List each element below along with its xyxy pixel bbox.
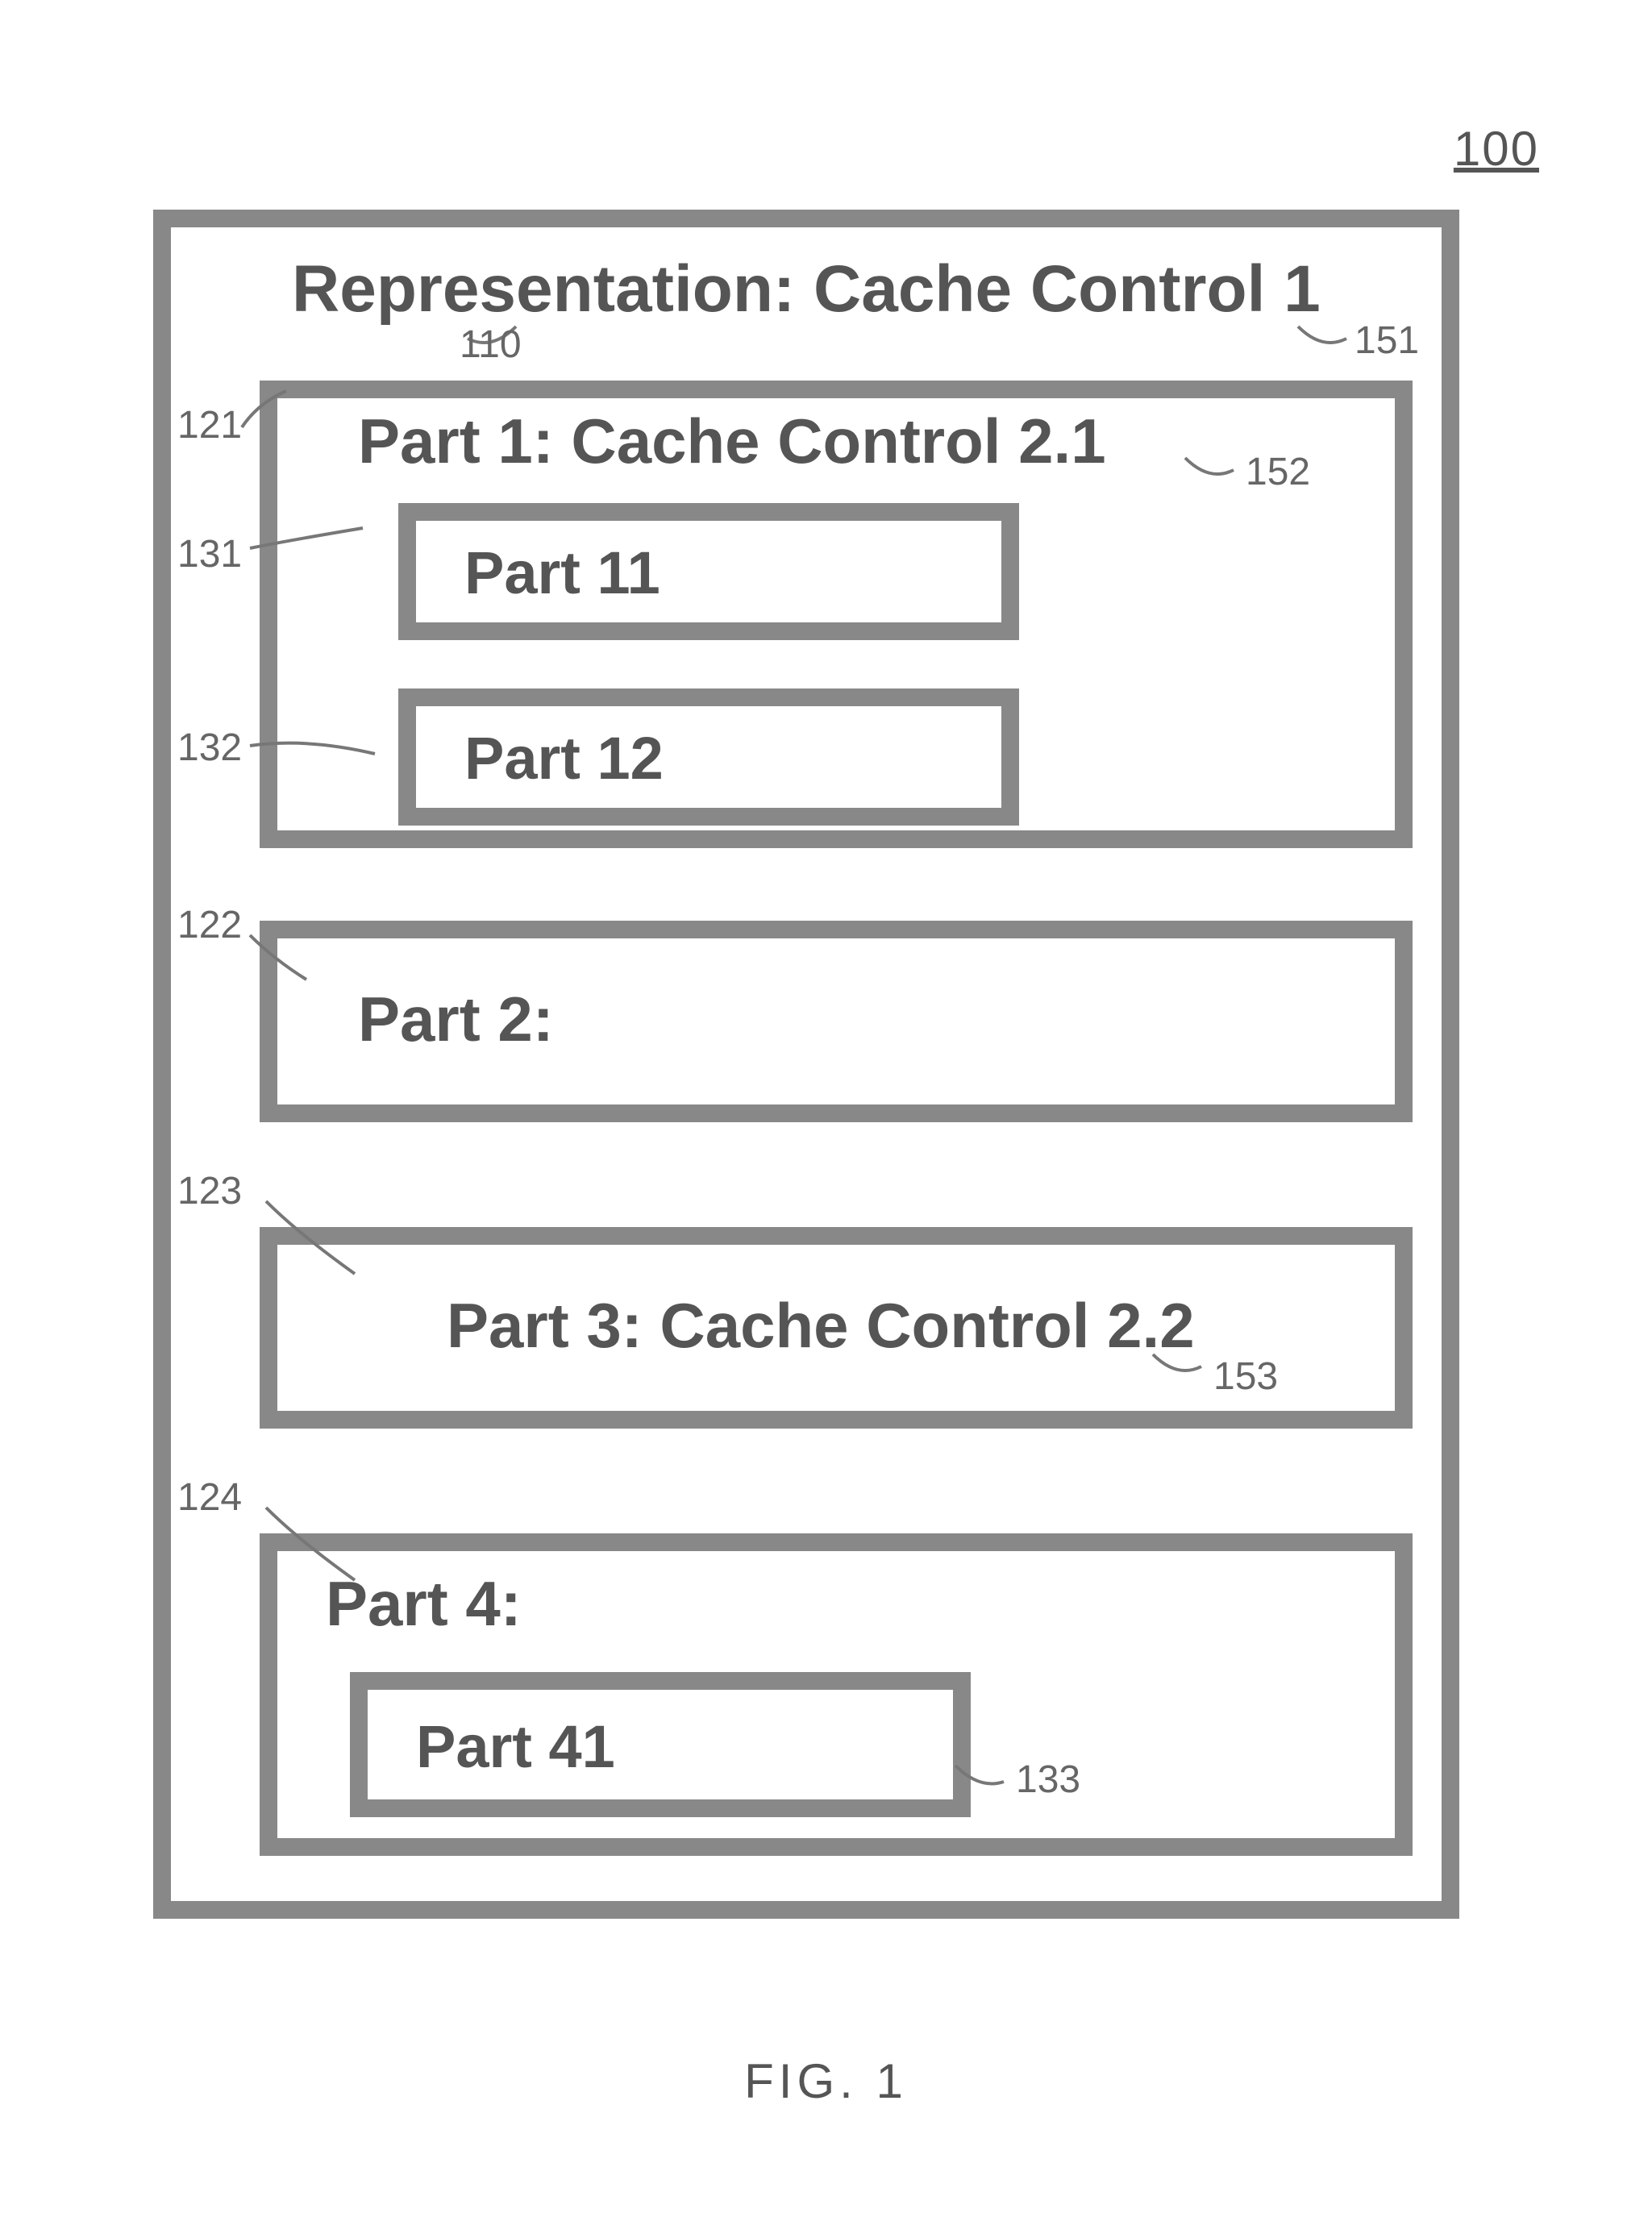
part12-label: Part 12 xyxy=(464,724,664,792)
part41-box: Part 41 xyxy=(350,1672,971,1817)
ref-121: 121 xyxy=(177,403,242,447)
ref-153: 153 xyxy=(1213,1354,1278,1399)
part11-box: Part 11 xyxy=(398,503,1019,640)
part12-box: Part 12 xyxy=(398,688,1019,826)
ref-124: 124 xyxy=(177,1475,242,1520)
figure-page: 100 Representation: Cache Control 1 Part… xyxy=(0,0,1652,2238)
part1-box: Part 1: Cache Control 2.1 Part 11 Part 1… xyxy=(260,381,1413,848)
part11-label: Part 11 xyxy=(464,539,660,607)
figure-number: 100 xyxy=(1454,121,1539,177)
ref-122: 122 xyxy=(177,903,242,947)
part2-label: Part 2: xyxy=(358,983,554,1056)
ref-131: 131 xyxy=(177,532,242,576)
part2-box: Part 2: xyxy=(260,921,1413,1122)
part4-label: Part 4: xyxy=(326,1567,522,1641)
part3-label: Part 3: Cache Control 2.2 xyxy=(447,1289,1195,1362)
part41-label: Part 41 xyxy=(416,1712,615,1781)
ref-133: 133 xyxy=(1016,1758,1080,1802)
part1-label: Part 1: Cache Control 2.1 xyxy=(358,405,1106,478)
ref-123: 123 xyxy=(177,1169,242,1213)
representation-title: Representation: Cache Control 1 xyxy=(292,252,1321,327)
ref-110: 110 xyxy=(460,322,522,367)
ref-132: 132 xyxy=(177,726,242,770)
ref-152: 152 xyxy=(1246,450,1310,494)
ref-151: 151 xyxy=(1354,318,1419,363)
part4-box: Part 4: Part 41 xyxy=(260,1533,1413,1856)
figure-caption: FIG. 1 xyxy=(0,2053,1652,2109)
